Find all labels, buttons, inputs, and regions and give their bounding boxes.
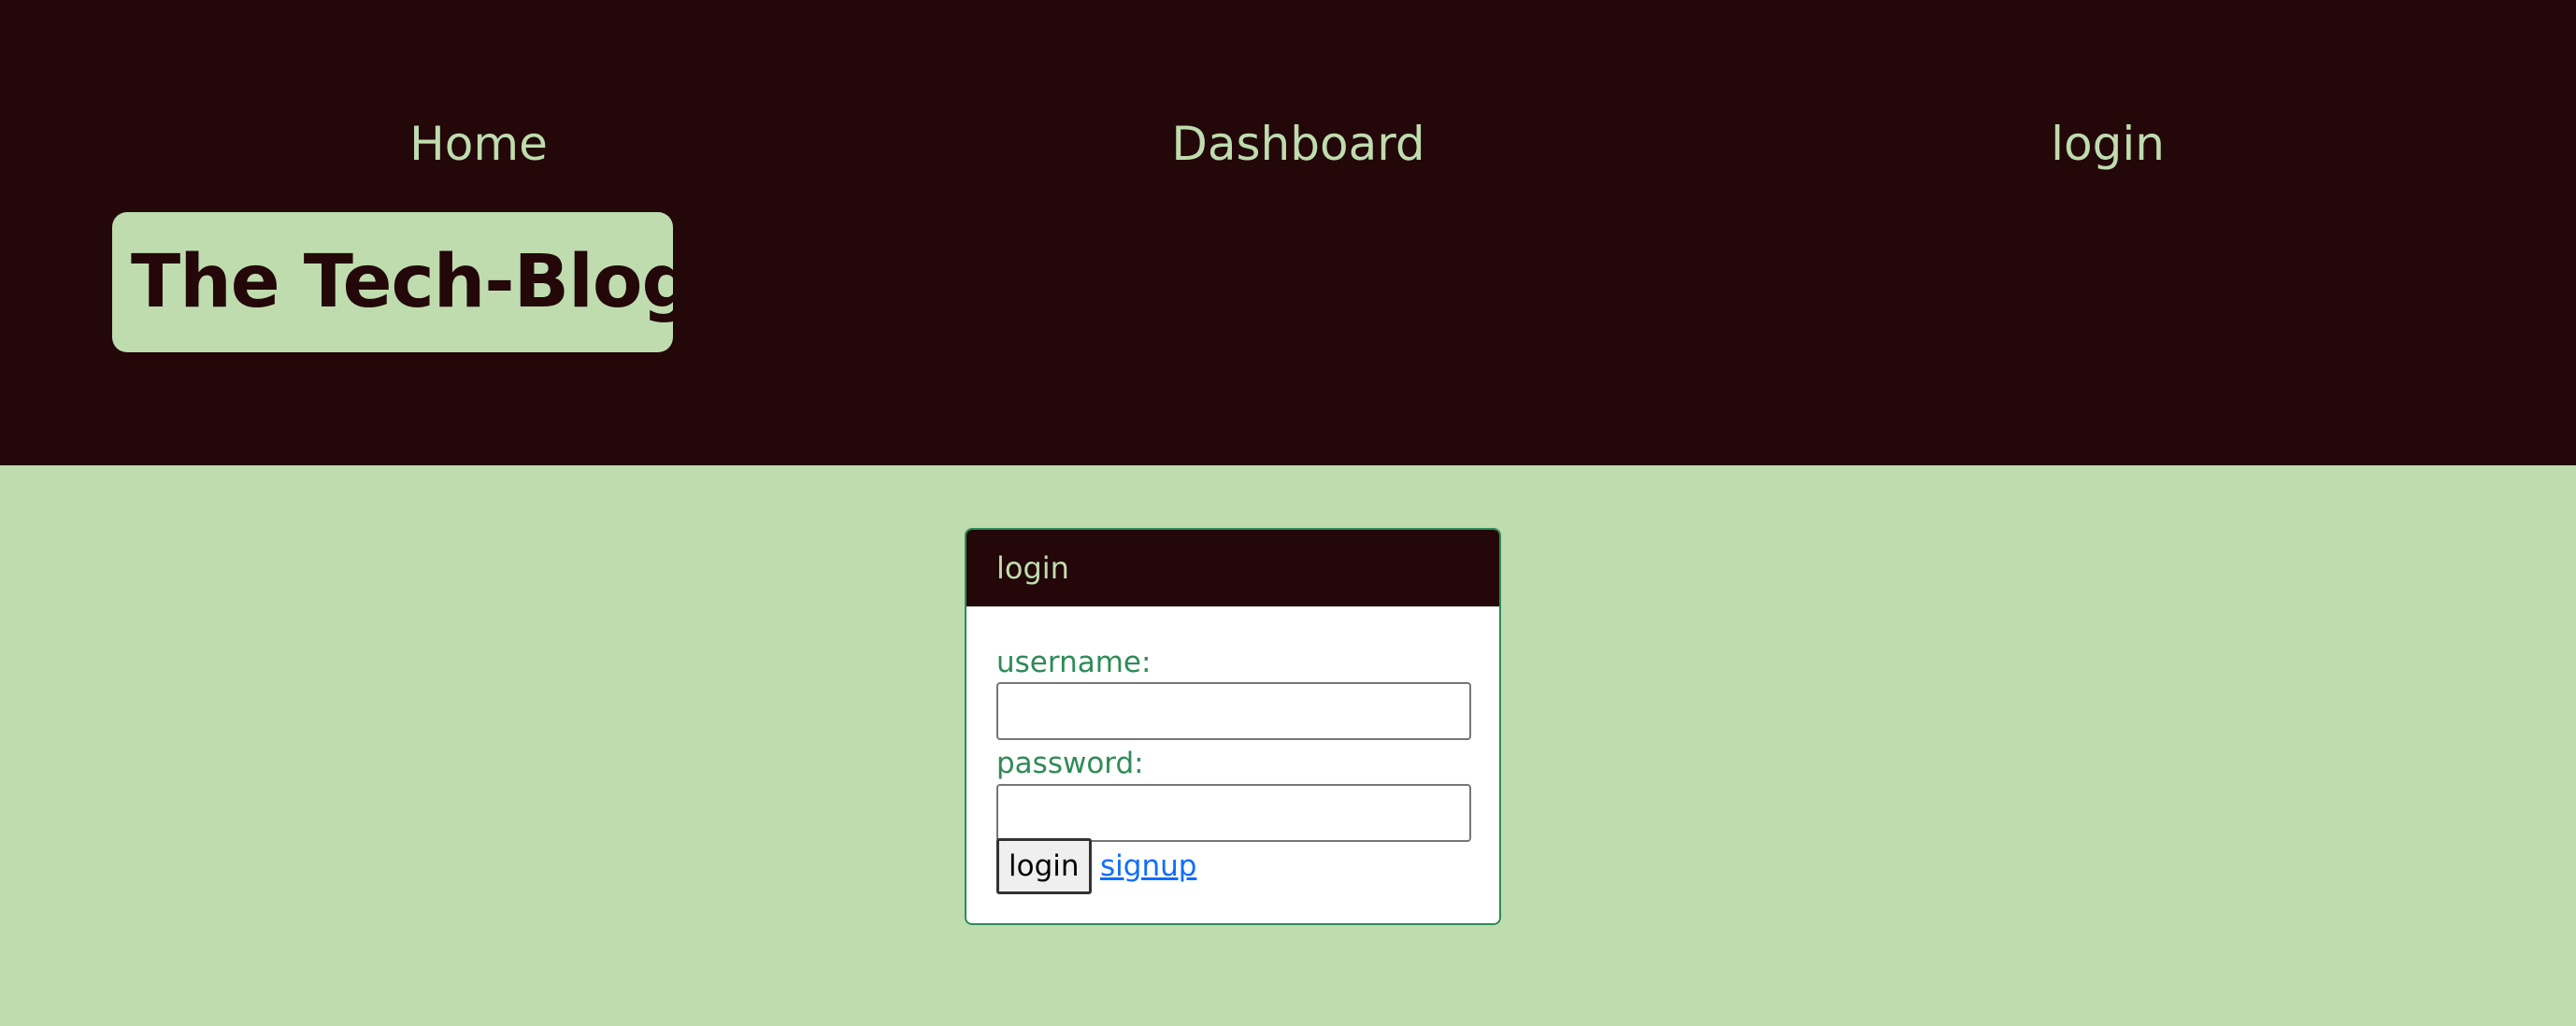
signup-link[interactable]: signup [1100,848,1196,885]
site-header: Home Dashboard login The Tech-Blog [0,0,2576,465]
login-button[interactable]: login [996,838,1092,894]
password-input[interactable] [996,784,1471,842]
site-title: The Tech-Blog [131,240,694,324]
password-label: password: [996,747,1144,780]
username-input[interactable] [996,682,1471,740]
brand-banner: The Tech-Blog [112,212,694,352]
nav-login-link[interactable]: login [2051,116,2165,172]
username-label: username: [996,646,1152,679]
login-card: login username: password: login signup [965,528,1501,925]
nav-home-link[interactable]: Home [409,116,548,172]
nav-dashboard-link[interactable]: Dashboard [1171,116,1424,172]
login-card-header: login [966,530,1499,606]
